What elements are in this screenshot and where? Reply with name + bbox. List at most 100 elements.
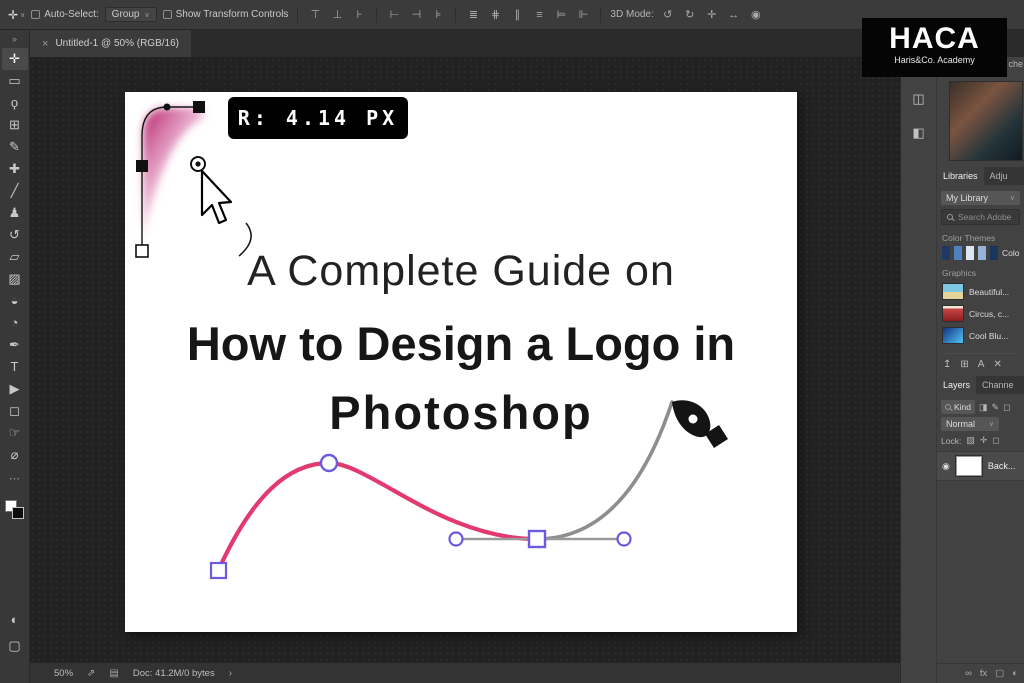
eraser-tool[interactable]: ▱: [2, 246, 28, 268]
library-search-input[interactable]: Search Adobe: [941, 209, 1020, 225]
active-tool-button[interactable]: ✛ ∨: [8, 8, 25, 22]
foreground-color-swatch[interactable]: [12, 507, 24, 519]
distribute-top-edges-icon[interactable]: ≣: [465, 8, 481, 21]
reference-photo-thumbnail[interactable]: [949, 81, 1023, 161]
document-size-info[interactable]: Doc: 41.2M/0 bytes: [133, 668, 215, 679]
lock-position-icon[interactable]: ✛: [980, 435, 988, 446]
3d-slide-icon[interactable]: ↔: [726, 9, 742, 21]
zoom-tool[interactable]: ⌀: [2, 444, 28, 466]
filter-icon-2[interactable]: ✎: [992, 402, 1000, 413]
filter-search-icon: [945, 404, 951, 410]
gradient-tool[interactable]: ▨: [2, 268, 28, 290]
history-brush-tool[interactable]: ↺: [2, 224, 28, 246]
brush-tool[interactable]: ╱: [2, 180, 28, 202]
haca-logo-text: HACA: [862, 24, 1007, 54]
dodge-tool[interactable]: ◔: [2, 312, 28, 334]
document-title: Untitled-1 @ 50% (RGB/16): [55, 38, 179, 49]
auto-select-checkbox[interactable]: Auto-Select:: [31, 9, 98, 20]
3d-pan-icon[interactable]: ✛: [704, 8, 720, 21]
graphic-item[interactable]: Cool Blu...: [942, 327, 1019, 344]
tab-libraries[interactable]: Libraries: [937, 167, 984, 185]
distribute-right-edges-icon[interactable]: ⊩: [575, 8, 591, 21]
3d-orbit-icon[interactable]: ↺: [660, 8, 676, 21]
distribute-vertical-centers-icon[interactable]: ⋕: [487, 8, 503, 21]
layer-mask-icon[interactable]: ▢: [995, 668, 1004, 679]
delete-icon[interactable]: ✕: [993, 359, 1001, 370]
show-transform-checkbox[interactable]: Show Transform Controls: [163, 9, 289, 20]
blend-mode-dropdown[interactable]: Normal ∨: [941, 417, 999, 431]
swatches-panel-tab-partial[interactable]: che: [1008, 59, 1023, 69]
adjustment-layer-icon[interactable]: ◐: [1012, 668, 1018, 679]
3d-scale-icon[interactable]: ◉: [748, 8, 764, 21]
layer-effects-icon[interactable]: fx: [980, 668, 987, 679]
blur-tool[interactable]: ◒: [2, 290, 28, 312]
text-style-icon[interactable]: A: [978, 359, 985, 370]
tab-channels[interactable]: Channe: [976, 376, 1020, 394]
close-tab-icon[interactable]: ×: [42, 38, 48, 50]
move-tool[interactable]: ✛: [2, 48, 28, 70]
tab-layers[interactable]: Layers: [937, 376, 976, 394]
align-left-edges-icon[interactable]: ⊢: [386, 8, 402, 21]
graphic-thumbnail: [942, 283, 964, 300]
theme-swatch-1: [942, 246, 950, 260]
upload-icon[interactable]: ↥: [943, 359, 951, 370]
color-swatches[interactable]: [4, 499, 26, 521]
new-library-icon[interactable]: ⊞: [960, 359, 968, 370]
layers-panel-tabs: Layers Channe: [937, 376, 1024, 394]
artboard[interactable]: R: 4.14 PX A Complete Guide on How to De…: [125, 92, 797, 632]
crop-tool[interactable]: ⊞: [2, 114, 28, 136]
link-layers-icon[interactable]: ∞: [965, 668, 972, 679]
clone-stamp-tool[interactable]: ♟: [2, 202, 28, 224]
canvas-pasteboard[interactable]: R: 4.14 PX A Complete Guide on How to De…: [30, 57, 900, 662]
align-top-edges-icon[interactable]: ⊤: [307, 8, 323, 21]
3d-roll-icon[interactable]: ↻: [682, 8, 698, 21]
canvas-title-line1: A Complete Guide on: [125, 247, 797, 296]
pen-tool[interactable]: ✒: [2, 334, 28, 356]
eyedropper-tool[interactable]: ✎: [2, 136, 28, 158]
theme-swatch-4: [978, 246, 986, 260]
collapse-panels-icon[interactable]: »: [12, 34, 17, 44]
marquee-tool[interactable]: ▭: [2, 70, 28, 92]
align-bottom-edges-icon[interactable]: ⊥: [329, 8, 345, 21]
divider: [600, 7, 601, 23]
distribute-bottom-edges-icon[interactable]: ∥: [509, 8, 525, 21]
quick-mask-icon[interactable]: ◐: [2, 609, 28, 631]
path-selection-tool[interactable]: ▶: [2, 378, 28, 400]
layer-thumbnail[interactable]: [956, 456, 982, 476]
auto-select-scope-dropdown[interactable]: Group ∨: [105, 7, 157, 22]
library-select-value: My Library: [946, 193, 988, 203]
hand-tool[interactable]: ☞: [2, 422, 28, 444]
color-theme-item[interactable]: Color Th...: [942, 246, 1019, 260]
collapsed-panel-icon-1[interactable]: ◫: [912, 91, 924, 107]
edit-toolbar-icon[interactable]: ⋯: [9, 472, 20, 485]
document-tab[interactable]: × Untitled-1 @ 50% (RGB/16): [30, 30, 191, 57]
layer-filter-dropdown[interactable]: Kind: [941, 400, 975, 414]
status-chevron-icon[interactable]: ›: [229, 668, 232, 679]
collapsed-panel-icon-2[interactable]: ◧: [912, 125, 924, 141]
align-horizontal-centers-icon[interactable]: ⊧: [430, 8, 446, 21]
lock-all-icon[interactable]: ◻: [992, 435, 999, 446]
shape-tool[interactable]: ◻: [2, 400, 28, 422]
graphic-item[interactable]: Circus, c...: [942, 305, 1019, 322]
align-right-edges-icon[interactable]: ⊣: [408, 8, 424, 21]
graphic-name: Circus, c...: [969, 309, 1009, 319]
align-vertical-centers-icon[interactable]: ⊦: [351, 8, 367, 21]
type-tool[interactable]: T: [2, 356, 28, 378]
scope-value: Group: [112, 9, 140, 20]
share-icon[interactable]: ⇗: [87, 668, 95, 679]
filter-icon-1[interactable]: ◨: [979, 402, 988, 413]
layer-visibility-icon[interactable]: ◉: [942, 461, 950, 472]
tab-adjustments[interactable]: Adju: [984, 167, 1014, 185]
lock-transparency-icon[interactable]: ▨: [966, 435, 975, 446]
screen-mode-icon[interactable]: ▢: [2, 635, 28, 657]
library-select-dropdown[interactable]: My Library ∨: [941, 191, 1020, 205]
color-themes-section-label: Color Themes: [942, 233, 1019, 243]
healing-brush-tool[interactable]: ✚: [2, 158, 28, 180]
filter-icon-3[interactable]: ◻: [1003, 402, 1010, 413]
distribute-left-edges-icon[interactable]: ≡: [531, 9, 547, 21]
graphic-item[interactable]: Beautiful...: [942, 283, 1019, 300]
distribute-horizontal-centers-icon[interactable]: ⊨: [553, 8, 569, 21]
zoom-level[interactable]: 50%: [54, 668, 73, 679]
lasso-tool[interactable]: ϙ: [2, 92, 28, 114]
layer-row-background[interactable]: ◉ Back...: [937, 451, 1024, 481]
